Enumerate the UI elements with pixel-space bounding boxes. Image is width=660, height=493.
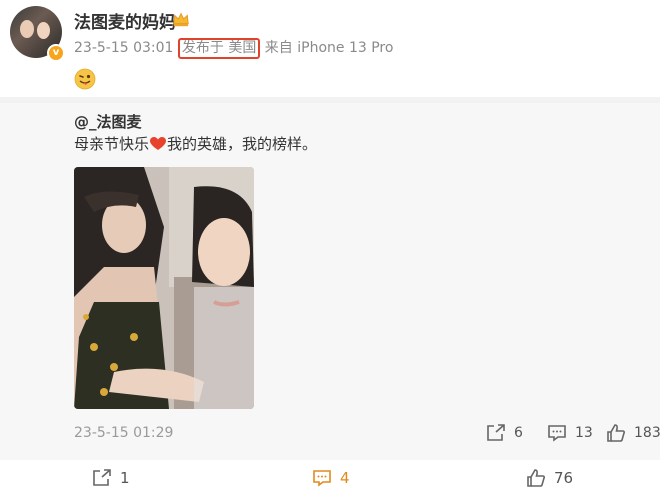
like-count: 76	[554, 469, 574, 487]
share-button[interactable]: 1	[92, 466, 130, 490]
comment-button[interactable]: 4	[312, 466, 350, 490]
repost-author[interactable]: @_法图麦	[74, 111, 142, 132]
repost-text-before: 母亲节快乐	[74, 135, 150, 153]
photo-illustration	[74, 167, 254, 409]
repost-comment-button[interactable]: 13	[547, 421, 593, 445]
repost-photo[interactable]	[74, 167, 254, 409]
like-button[interactable]: 76	[526, 466, 573, 490]
repost-text: 母亲节快乐 我的英雄，我的榜样。	[74, 133, 317, 154]
post-meta: 23-5-15 03:01 发布于 美国 来自 iPhone 13 Pro	[74, 37, 393, 59]
username[interactable]: 法图麦的妈妈	[74, 8, 176, 33]
verified-badge-icon: v	[47, 44, 65, 62]
red-heart-emoji	[150, 137, 167, 150]
comment-count: 4	[340, 469, 350, 487]
crown-icon	[173, 12, 189, 27]
bottom-action-bar: 1 4 76	[0, 460, 660, 493]
repost-card[interactable]: @_法图麦 母亲节快乐 我的英雄，我的榜样。 23-5-15 01:29 6 1…	[0, 103, 660, 460]
repost-text-after: 我的英雄，我的榜样。	[167, 135, 318, 153]
post-time: 23-5-15 03:01	[74, 40, 174, 56]
share-icon	[487, 424, 505, 441]
tongue-out-emoji	[74, 68, 96, 90]
avatar-face-1	[20, 20, 34, 38]
post-location: 发布于 美国	[177, 38, 261, 59]
comment-icon	[313, 470, 331, 487]
repost-like-button[interactable]: 183	[606, 421, 660, 445]
avatar-face-2	[37, 22, 50, 39]
post-header: v 法图麦的妈妈 23-5-15 03:01 发布于 美国 来自 iPhone …	[0, 0, 660, 100]
repost-actions: 6 13 183	[0, 421, 660, 445]
share-icon	[93, 469, 111, 486]
like-icon	[607, 424, 625, 442]
comment-icon	[548, 425, 566, 442]
repost-share-count: 6	[514, 425, 523, 441]
like-icon	[527, 469, 545, 487]
share-count: 1	[120, 469, 130, 487]
repost-like-count: 183	[634, 425, 660, 441]
repost-comment-count: 13	[575, 425, 593, 441]
repost-share-button[interactable]: 6	[486, 421, 523, 445]
post-device: 来自 iPhone 13 Pro	[264, 40, 394, 56]
